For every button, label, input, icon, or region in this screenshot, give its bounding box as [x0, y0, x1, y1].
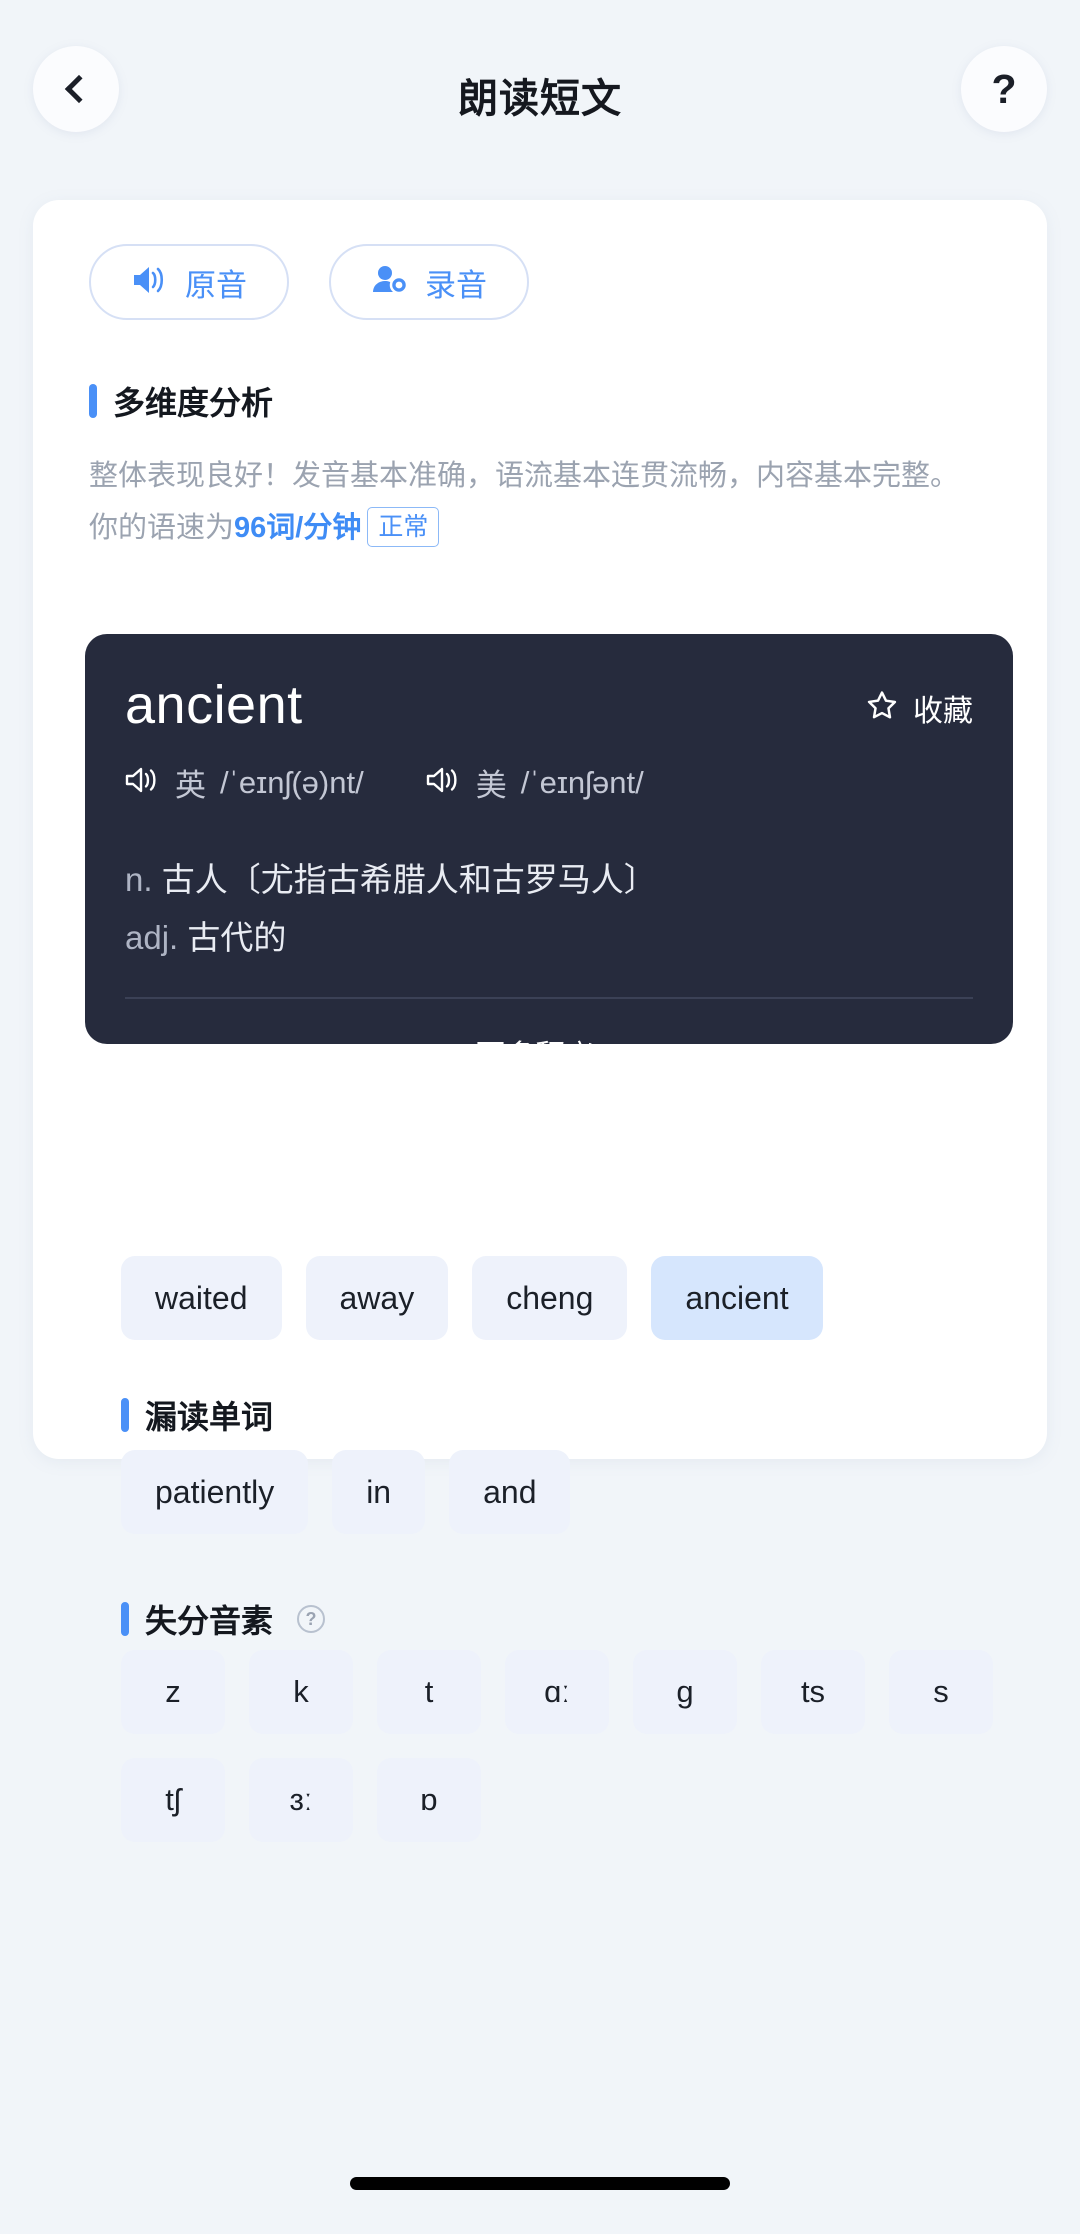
more-definitions-label: 更多释义	[475, 1040, 596, 1073]
missed-word-chip[interactable]: and	[449, 1450, 571, 1534]
phoneme-chip[interactable]: tʃ	[121, 1758, 225, 1842]
speaker-icon	[426, 765, 462, 800]
play-original-label: 原音	[185, 267, 247, 303]
word-chip[interactable]: away	[305, 1256, 449, 1340]
play-recording-label: 录音	[425, 267, 487, 303]
analysis-text-body: 整体表现良好！发音基本准确，语流基本连贯流畅，内容基本完整。 你的语速为	[89, 460, 960, 544]
phonemes-section-title: 失分音素	[145, 1603, 274, 1639]
missed-words-chip-list: patiently in and	[121, 1450, 1021, 1534]
page-title: 朗读短文	[458, 77, 622, 121]
analysis-text: 整体表现良好！发音基本准确，语流基本连贯流畅，内容基本完整。 你的语速为96词/…	[89, 450, 991, 554]
question-mark-icon: ?	[991, 65, 1017, 112]
phonetic-uk-ipa: /ˈeɪnʃ(ə)nt/	[220, 764, 364, 800]
audio-buttons-row: 原音 录音	[89, 244, 991, 320]
read-words-chip-list: waited away cheng ancient	[121, 1256, 1021, 1340]
word-card-top: ancient 收藏	[125, 674, 973, 736]
definitions-list: n. 古人〔尤指古希腊人和古罗马人〕 adj. 古代的	[125, 851, 973, 967]
more-definitions-button[interactable]: 更多释义	[125, 1031, 973, 1075]
phoneme-chip[interactable]: t	[377, 1650, 481, 1734]
home-indicator	[350, 2177, 730, 2190]
phonemes-section-header: 失分音素 ?	[121, 1596, 326, 1642]
phoneme-chip[interactable]: ts	[761, 1650, 865, 1734]
play-original-button[interactable]: 原音	[89, 244, 289, 320]
back-button[interactable]	[33, 46, 119, 132]
phonemes-help-icon[interactable]: ?	[297, 1605, 326, 1633]
missed-word-chip[interactable]: patiently	[121, 1450, 309, 1534]
star-outline-icon	[865, 689, 899, 727]
person-record-icon	[371, 264, 409, 301]
section-accent-bar	[121, 1398, 129, 1432]
phoneme-chip[interactable]: z	[121, 1650, 225, 1734]
definition-row: adj. 古代的	[125, 909, 973, 967]
phoneme-chip[interactable]: s	[889, 1650, 993, 1734]
speech-rate-value: 96词/分钟	[234, 512, 362, 544]
divider	[125, 997, 973, 999]
definition-row: n. 古人〔尤指古希腊人和古罗马人〕	[125, 851, 973, 909]
part-of-speech: n.	[125, 861, 153, 898]
phonetic-us-region: 美	[475, 768, 507, 803]
chevron-right-icon	[606, 1043, 626, 1063]
missed-words-section-header: 漏读单词	[121, 1392, 273, 1438]
missed-words-section-title: 漏读单词	[145, 1399, 274, 1435]
analysis-section-header: 多维度分析	[89, 378, 991, 424]
phonetic-us-ipa: /ˈeɪnʃənt/	[520, 764, 644, 800]
word-chip[interactable]: cheng	[472, 1256, 628, 1340]
phoneme-chip[interactable]: g	[633, 1650, 737, 1734]
word-chip-selected[interactable]: ancient	[651, 1256, 823, 1340]
definition-text: 古人〔尤指古希腊人和古罗马人〕	[161, 861, 657, 898]
page-header: 朗读短文 ?	[0, 0, 1080, 190]
word-headword: ancient	[125, 675, 303, 735]
phonetic-uk-region: 英	[175, 768, 206, 803]
favorite-button[interactable]: 收藏	[865, 686, 973, 730]
missed-word-chip[interactable]: in	[332, 1450, 426, 1534]
phoneme-chip[interactable]: ɒ	[377, 1758, 481, 1842]
phoneme-chip[interactable]: ɑː	[505, 1650, 609, 1734]
word-chip[interactable]: waited	[121, 1256, 282, 1340]
section-accent-bar	[121, 1602, 129, 1636]
phoneme-chip-list: z k t ɑː g ts s tʃ ɜː ɒ	[121, 1650, 1021, 1842]
word-detail-card: ancient 收藏 英 /ˈeɪnʃ(ə)nt/ 美 /ˈeɪnʃənt/ n…	[85, 634, 1013, 1073]
phonetic-uk[interactable]: 英 /ˈeɪnʃ(ə)nt/	[125, 760, 364, 805]
chevron-left-icon	[64, 74, 94, 104]
play-recording-button[interactable]: 录音	[329, 244, 529, 320]
section-accent-bar	[89, 384, 97, 418]
content-card: 原音 录音 多维度分析 整体表现良好！发音基本准确，语流基本连贯流畅，内容基本完…	[33, 200, 1047, 1842]
phoneme-chip[interactable]: k	[249, 1650, 353, 1734]
app-screen: 朗读短文 ? 原音 录音 多维度分析 整体表现良好！发音基本准确，语流基本连贯流…	[0, 0, 1080, 2234]
help-button[interactable]: ?	[961, 46, 1047, 132]
phonetic-us[interactable]: 美 /ˈeɪnʃənt/	[426, 760, 644, 805]
definition-text: 古代的	[187, 919, 287, 956]
speaker-icon	[131, 264, 169, 301]
speaker-icon	[125, 765, 161, 800]
phoneme-chip[interactable]: ɜː	[249, 1758, 353, 1842]
part-of-speech: adj.	[125, 919, 179, 956]
analysis-section-title: 多维度分析	[113, 385, 274, 421]
phonetics-row: 英 /ˈeɪnʃ(ə)nt/ 美 /ˈeɪnʃənt/	[125, 760, 973, 805]
favorite-label: 收藏	[913, 695, 973, 728]
status-badge: 正常	[367, 507, 440, 547]
